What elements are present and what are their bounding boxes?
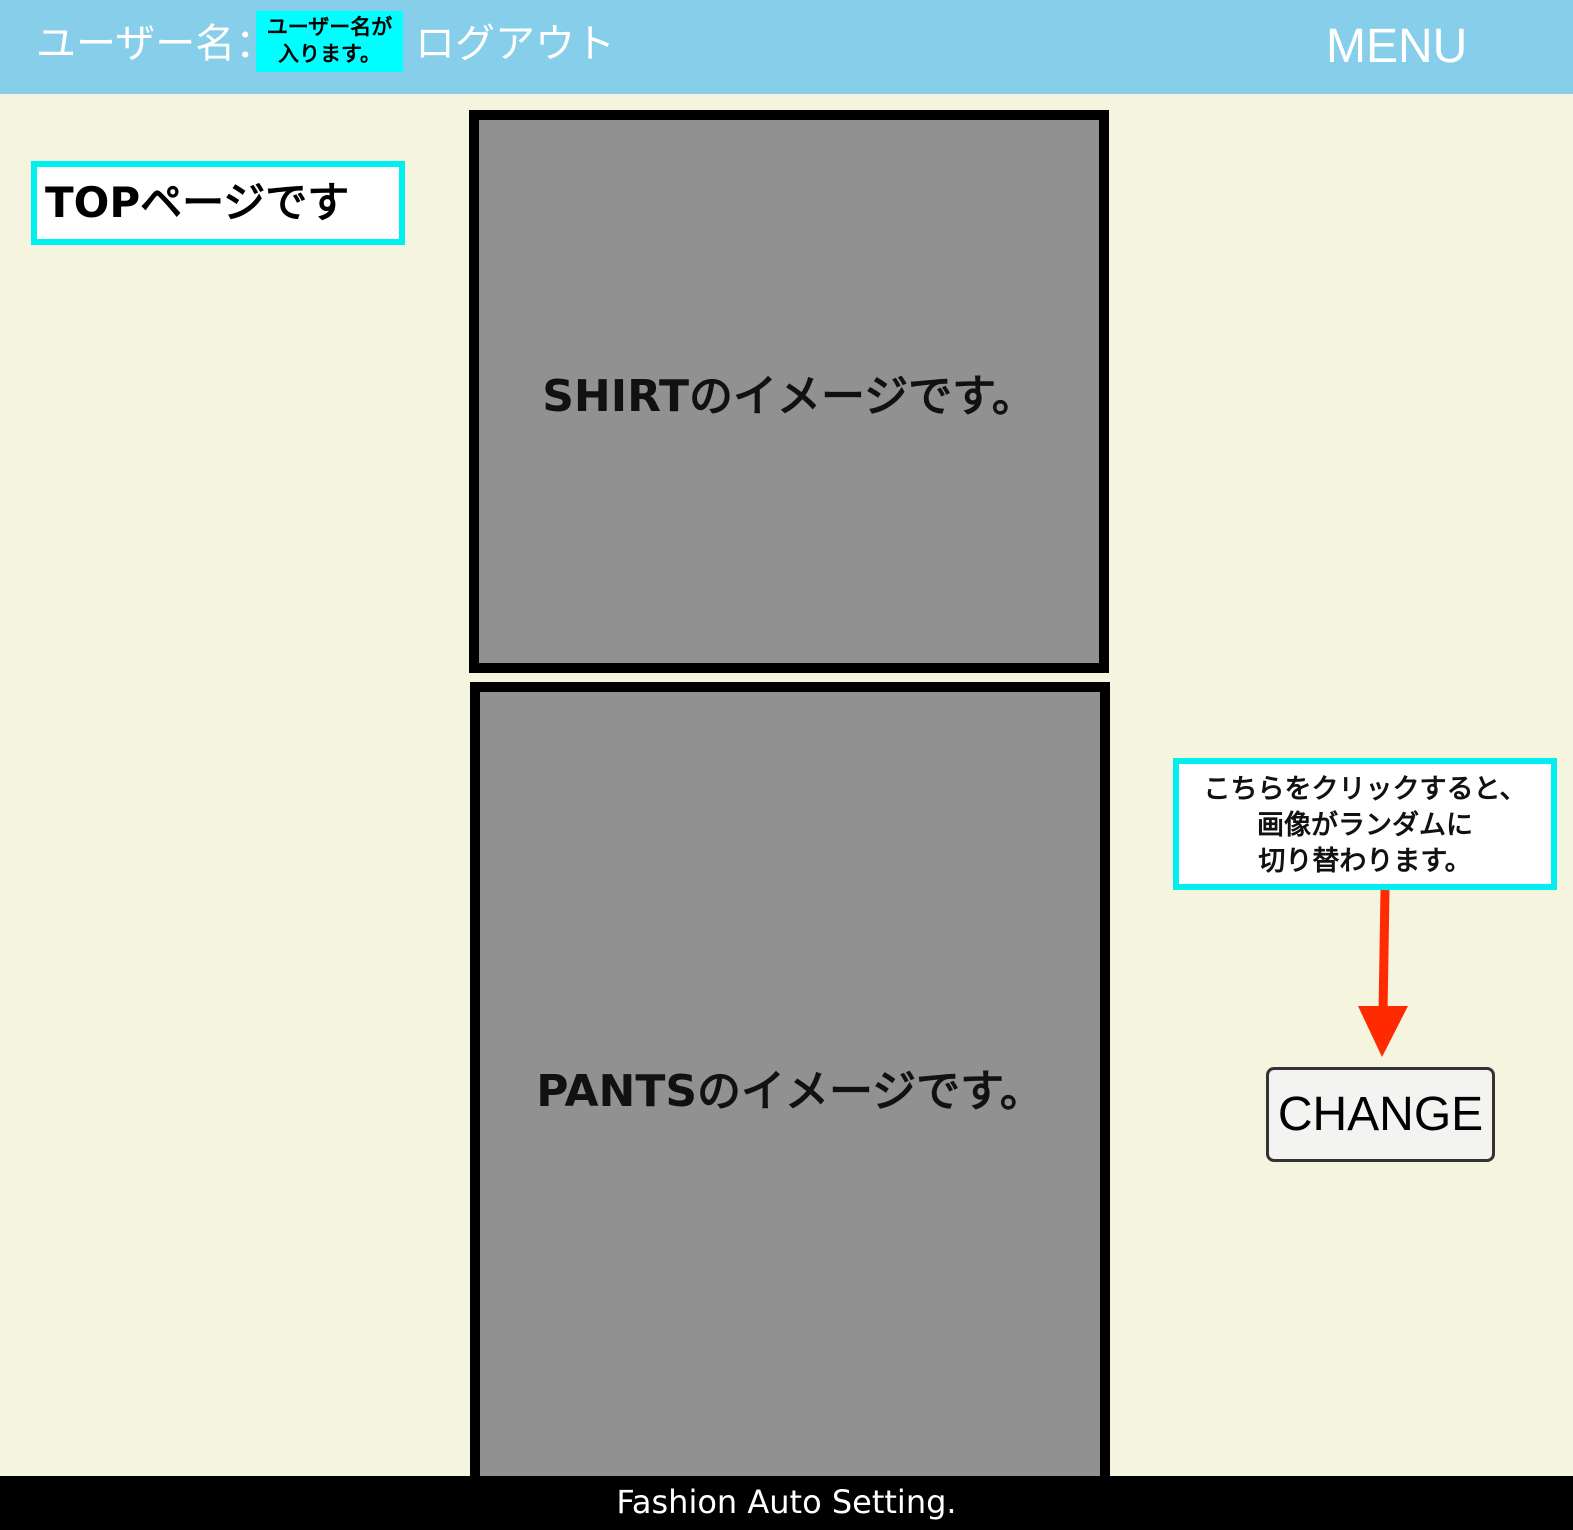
footer-text: Fashion Auto Setting.	[616, 1483, 957, 1521]
arrow-down-icon	[1358, 889, 1408, 1057]
logout-link[interactable]: ログアウト	[415, 18, 615, 70]
user-name-placeholder: ユーザー名が 入ります。	[256, 11, 403, 72]
header-bar: ユーザー名： ユーザー名が 入ります。 ログアウト MENU	[0, 0, 1573, 94]
shirt-image: SHIRTのイメージです。	[469, 110, 1109, 673]
change-button[interactable]: CHANGE	[1266, 1067, 1495, 1162]
page-title: TOPページです	[31, 161, 405, 245]
user-name-label: ユーザー名：	[36, 21, 276, 67]
pants-image-label: PANTSのイメージです。	[536, 1066, 1044, 1117]
menu-button[interactable]: MENU	[1326, 20, 1467, 74]
shirt-image-label: SHIRTのイメージです。	[542, 370, 1036, 422]
pants-image: PANTSのイメージです。	[470, 682, 1110, 1492]
change-hint-note: こちらをクリックすると、 画像がランダムに 切り替わります。	[1173, 758, 1557, 890]
footer: Fashion Auto Setting.	[0, 1476, 1573, 1530]
